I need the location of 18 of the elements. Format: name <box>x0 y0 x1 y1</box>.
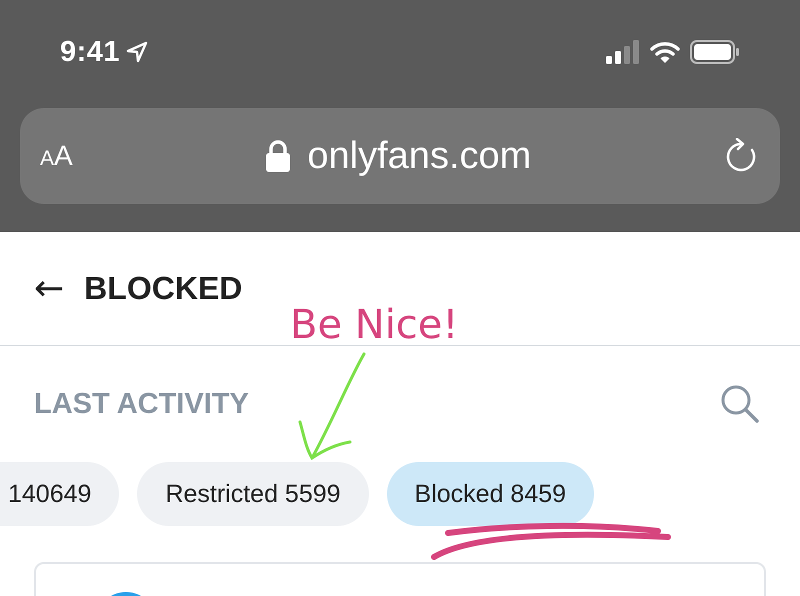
section-title: LAST ACTIVITY <box>34 388 250 420</box>
signal-icon <box>606 40 640 64</box>
page-title: BLOCKED <box>84 270 242 307</box>
status-time: 9:41 <box>60 36 120 68</box>
annotation-text: Be Nice! <box>290 302 458 348</box>
url-text: onlyfans.com <box>307 134 532 178</box>
location-arrow-icon <box>126 41 148 63</box>
filter-chip[interactable]: 140649 <box>0 462 120 526</box>
back-button[interactable]: ← <box>34 270 64 306</box>
reload-icon[interactable] <box>724 138 756 174</box>
wifi-icon <box>650 40 680 64</box>
battery-icon <box>690 40 740 64</box>
address-bar[interactable]: AA onlyfans.com <box>20 108 780 204</box>
filter-chip[interactable]: Restricted 5599 <box>137 462 369 526</box>
text-size-button[interactable]: AA <box>40 140 73 172</box>
search-icon[interactable] <box>720 384 760 424</box>
filter-chip[interactable]: Blocked 8459 <box>386 462 594 526</box>
lock-icon <box>265 139 292 173</box>
